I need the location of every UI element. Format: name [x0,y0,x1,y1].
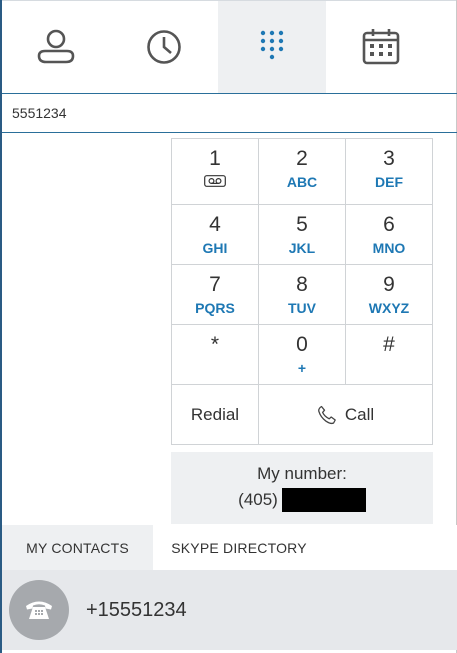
contacts-tab-bar: MY CONTACTS SKYPE DIRECTORY [2,525,457,570]
contact-list-item[interactable]: +15551234 [2,570,457,650]
phone-icon [26,601,52,619]
tab-recent[interactable] [110,1,218,93]
key-digit: 6 [383,213,395,236]
key-digit: 0 [296,333,308,356]
key-hash[interactable]: # [346,325,432,385]
key-digit: 1 [209,147,221,170]
key-letters: TUV [288,300,316,316]
key-5[interactable]: 5 JKL [259,205,346,265]
top-tab-bar [2,0,456,93]
calendar-icon [362,29,400,65]
tab-skype-directory[interactable]: SKYPE DIRECTORY [153,525,325,570]
redial-label: Redial [190,404,240,424]
key-digit: # [383,333,395,356]
key-letters: DEF [375,174,403,190]
key-letters: PQRS [195,300,235,316]
dialpad: 1 2 ABC 3 DEF 4 GHI 5 JKL 6 MNO 7 PQRS 8… [171,138,433,445]
key-digit: 7 [209,273,221,296]
key-letters: ABC [286,174,318,190]
key-letters: + [297,360,307,376]
tab-contacts[interactable] [2,1,110,93]
key-3[interactable]: 3 DEF [346,139,432,205]
key-digit: * [210,333,220,356]
key-2[interactable]: 2 ABC [259,139,346,205]
key-digit: 8 [296,273,308,296]
key-letters: GHI [202,240,228,256]
key-star[interactable]: * [172,325,259,385]
redacted-number [281,488,366,512]
avatar [9,580,69,640]
key-digit: 3 [383,147,395,170]
key-9[interactable]: 9 WXYZ [346,265,432,325]
key-letters: MNO [372,240,406,256]
contact-name: +15551234 [86,598,187,621]
phone-number-input[interactable]: 5551234 [2,93,457,133]
dialpad-icon [260,30,284,60]
redial-button[interactable]: Redial [172,385,259,444]
key-8[interactable]: 8 TUV [259,265,346,325]
key-1[interactable]: 1 [172,139,259,205]
key-letters: JKL [288,240,316,256]
tab-my-contacts[interactable]: MY CONTACTS [2,525,153,570]
my-number-label: My number: [257,464,347,483]
key-6[interactable]: 6 MNO [346,205,432,265]
voicemail-icon [204,175,226,187]
phone-icon [317,405,336,424]
key-digit: 2 [296,147,308,170]
key-letters: WXYZ [368,300,410,316]
key-digit: 9 [383,273,395,296]
tab-calendar[interactable] [326,1,436,93]
person-icon [37,29,75,64]
clock-icon [147,30,181,64]
phone-number-value: 5551234 [12,105,67,121]
tab-label: SKYPE DIRECTORY [171,539,307,556]
tab-dialpad[interactable] [218,1,326,93]
key-4[interactable]: 4 GHI [172,205,259,265]
key-digit: 4 [209,213,221,236]
key-7[interactable]: 7 PQRS [172,265,259,325]
my-number-prefix: (405) [238,490,278,509]
call-label: Call [344,404,375,424]
key-0[interactable]: 0 + [259,325,346,385]
call-button[interactable]: Call [259,385,432,444]
tab-label: MY CONTACTS [26,539,129,556]
key-digit: 5 [296,213,308,236]
my-number-panel: My number: (405) [171,452,433,524]
